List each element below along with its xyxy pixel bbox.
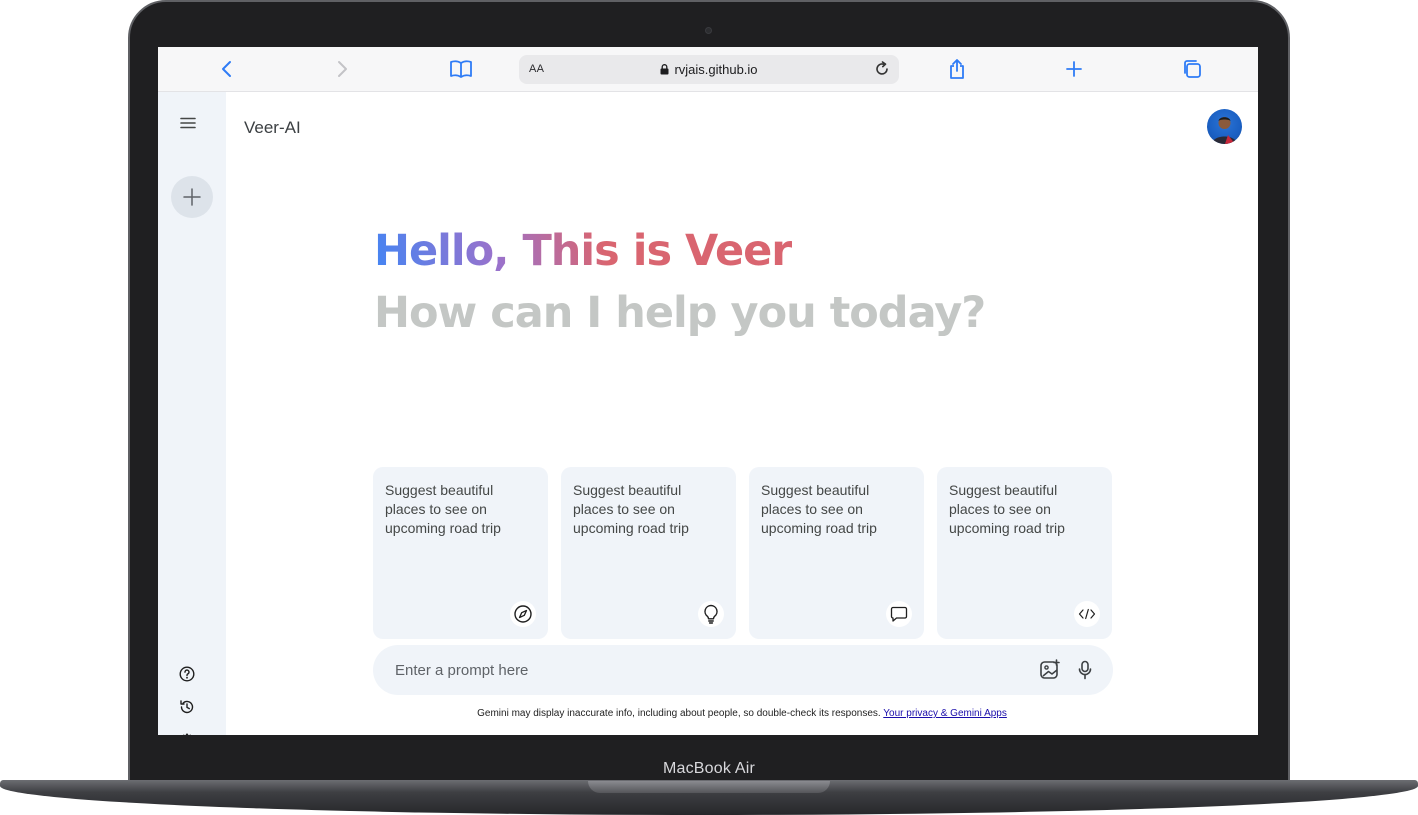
suggestion-card[interactable]: Suggest beautiful places to see on upcom…: [749, 467, 924, 639]
add-image-button[interactable]: [1038, 658, 1062, 682]
forward-button[interactable]: [330, 56, 356, 82]
plus-icon: [183, 188, 201, 206]
card-text: Suggest beautiful places to see on upcom…: [573, 482, 689, 536]
card-text: Suggest beautiful places to see on upcom…: [949, 482, 1065, 536]
greeting-subtitle: How can I help you today?: [374, 288, 986, 338]
privacy-link[interactable]: Your privacy & Gemini Apps: [883, 708, 1007, 719]
prompt-input[interactable]: [395, 657, 995, 683]
code-icon: [1074, 601, 1100, 627]
history-button[interactable]: [177, 697, 197, 717]
suggestion-card[interactable]: Suggest beautiful places to see on upcom…: [937, 467, 1112, 639]
bookmarks-button[interactable]: [448, 56, 474, 82]
sidebar: [158, 92, 226, 735]
plus-icon: [1066, 61, 1082, 77]
menu-icon: [180, 117, 196, 129]
chevron-right-icon: [338, 61, 347, 77]
help-button[interactable]: [177, 664, 197, 684]
suggestion-card[interactable]: Suggest beautiful places to see on upcom…: [561, 467, 736, 639]
disclaimer: Gemini may display inaccurate info, incl…: [226, 708, 1258, 719]
tabs-button[interactable]: [1179, 56, 1205, 82]
app-title: Veer-AI: [244, 118, 301, 137]
main-content: Veer-AI Hello, This is Veer How can I he…: [226, 92, 1258, 735]
gear-icon: [182, 733, 192, 735]
new-tab-button[interactable]: [1061, 56, 1087, 82]
prompt-bar: [373, 645, 1113, 695]
message-icon: [886, 601, 912, 627]
screen: AA rvjais.github.io Veer-AI Hello, This …: [158, 47, 1258, 735]
laptop-hinge: [588, 781, 830, 793]
bulb-icon: [698, 601, 724, 627]
share-button[interactable]: [944, 56, 970, 82]
image-add-icon: [1040, 659, 1060, 679]
greeting-title: Hello, This is Veer: [374, 226, 792, 276]
laptop-mockup: AA rvjais.github.io Veer-AI Hello, This …: [0, 0, 1418, 815]
avatar[interactable]: [1207, 109, 1242, 144]
address-bar[interactable]: AA rvjais.github.io: [519, 55, 899, 84]
suggestion-card[interactable]: Suggest beautiful places to see on upcom…: [373, 467, 548, 639]
back-button[interactable]: [213, 56, 239, 82]
help-icon: [179, 666, 195, 682]
disclaimer-text: Gemini may display inaccurate info, incl…: [477, 708, 881, 719]
tabs-icon: [1184, 60, 1201, 78]
suggestion-cards: Suggest beautiful places to see on upcom…: [373, 467, 1113, 639]
history-icon: [180, 700, 194, 714]
chevron-left-icon: [222, 61, 231, 77]
menu-button[interactable]: [176, 111, 200, 135]
url-display[interactable]: rvjais.github.io: [519, 62, 899, 78]
camera: [705, 27, 712, 34]
device-brand-label: MacBook Air: [662, 760, 755, 777]
card-text: Suggest beautiful places to see on upcom…: [761, 482, 877, 536]
lock-icon: [660, 63, 669, 78]
share-icon: [950, 59, 964, 79]
new-chat-button[interactable]: [171, 176, 213, 218]
reload-button[interactable]: [873, 60, 891, 78]
mic-button[interactable]: [1073, 658, 1097, 682]
compass-icon: [510, 601, 536, 627]
user-photo-icon: [1212, 117, 1237, 144]
book-icon: [450, 60, 472, 78]
card-text: Suggest beautiful places to see on upcom…: [385, 482, 501, 536]
browser-toolbar: AA rvjais.github.io: [158, 47, 1258, 92]
settings-button[interactable]: [177, 731, 197, 735]
url-text: rvjais.github.io: [674, 62, 758, 77]
mic-icon: [1078, 660, 1092, 680]
reload-icon: [876, 61, 888, 75]
